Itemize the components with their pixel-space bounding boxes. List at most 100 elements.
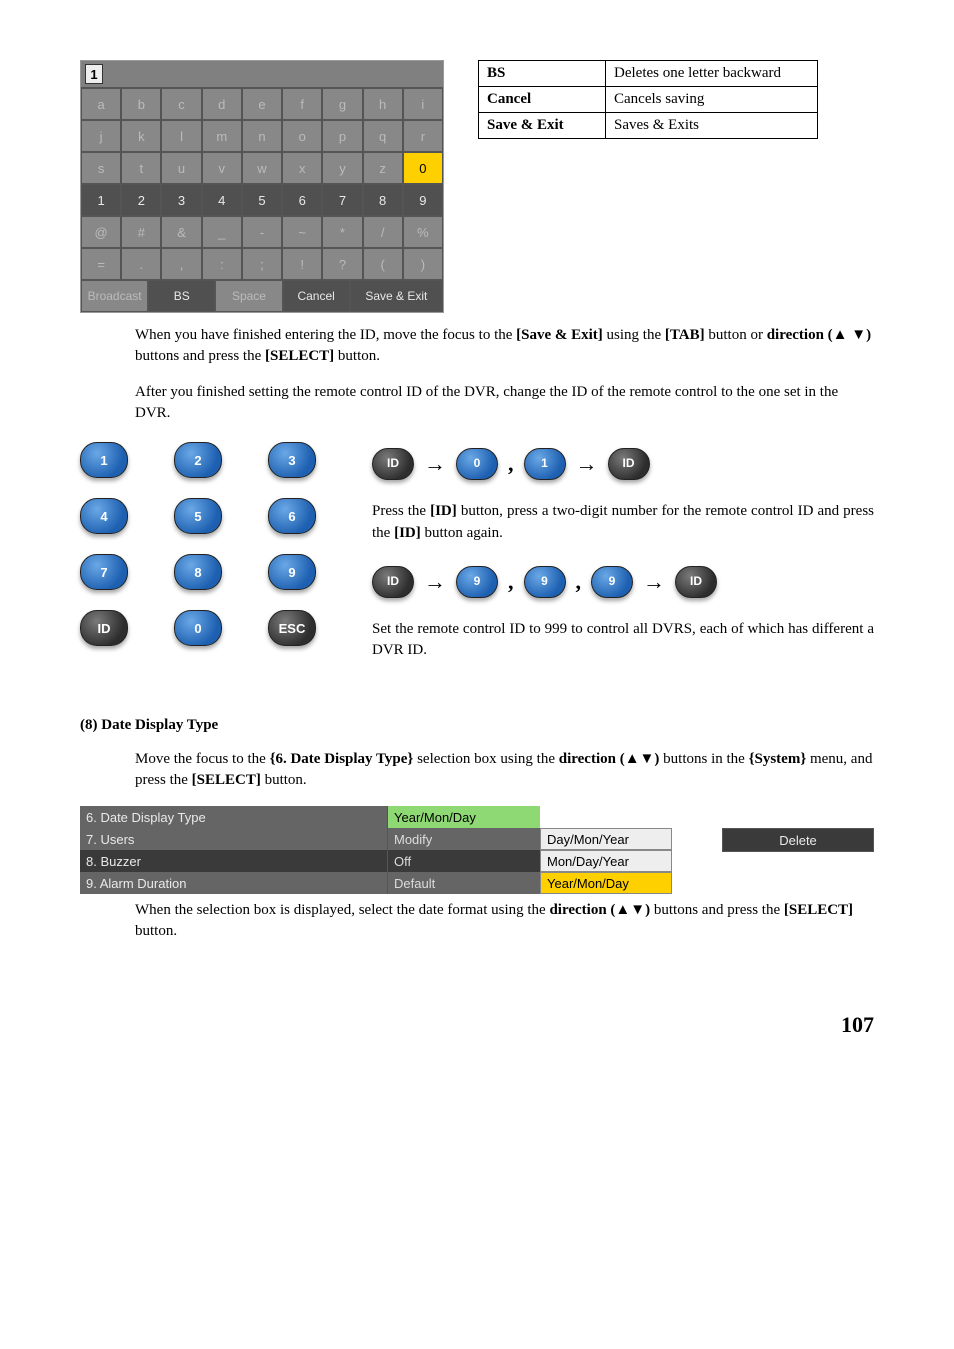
key-broadcast[interactable]: Broadcast: [81, 280, 148, 312]
seq-btn-id: ID: [675, 566, 717, 598]
seq-btn-9: 9: [591, 566, 633, 598]
key-@[interactable]: @: [81, 216, 121, 248]
key-&[interactable]: &: [161, 216, 201, 248]
key-r[interactable]: r: [403, 120, 443, 152]
remote-btn-9[interactable]: 9: [268, 554, 316, 590]
key-f[interactable]: f: [282, 88, 322, 120]
key-x[interactable]: x: [282, 152, 322, 184]
key--[interactable]: -: [242, 216, 282, 248]
remote-btn-1[interactable]: 1: [80, 442, 128, 478]
menu-item[interactable]: 6. Date Display Type: [80, 806, 387, 828]
key-2[interactable]: 2: [121, 184, 161, 216]
key-%[interactable]: %: [403, 216, 443, 248]
id-sequence-1: ID→0,1→ID: [372, 442, 874, 486]
key-.[interactable]: .: [121, 248, 161, 280]
key-g[interactable]: g: [322, 88, 362, 120]
key-n[interactable]: n: [242, 120, 282, 152]
key-e[interactable]: e: [242, 88, 282, 120]
key-s[interactable]: s: [81, 152, 121, 184]
key-a[interactable]: a: [81, 88, 121, 120]
key-8[interactable]: 8: [363, 184, 403, 216]
key-save-exit[interactable]: Save & Exit: [350, 280, 443, 312]
key-([interactable]: (: [363, 248, 403, 280]
key-w[interactable]: w: [242, 152, 282, 184]
remote-btn-id[interactable]: ID: [80, 610, 128, 646]
remote-pad-grid: 1 2 3 4 5 6 7 8 9 ID 0 ESC: [80, 442, 332, 646]
key-v[interactable]: v: [202, 152, 242, 184]
key-,[interactable]: ,: [161, 248, 201, 280]
key-?[interactable]: ?: [322, 248, 362, 280]
seq-btn-1: 1: [524, 448, 566, 480]
remote-btn-5[interactable]: 5: [174, 498, 222, 534]
menu-item[interactable]: 7. Users: [80, 828, 387, 850]
remote-btn-7[interactable]: 7: [80, 554, 128, 590]
date-option[interactable]: Mon/Day/Year: [540, 850, 672, 872]
key-=[interactable]: =: [81, 248, 121, 280]
key-y[interactable]: y: [322, 152, 362, 184]
key-)[interactable]: ): [403, 248, 443, 280]
seq-btn-id: ID: [372, 566, 414, 598]
key-~[interactable]: ~: [282, 216, 322, 248]
menu-value[interactable]: Default: [387, 872, 540, 894]
key-9[interactable]: 9: [403, 184, 443, 216]
bs-desc: Deletes one letter backward: [606, 61, 818, 87]
bs-description-table: BSDeletes one letter backwardCancelCance…: [478, 60, 818, 139]
arrow-right-icon: →: [424, 448, 446, 480]
key-l[interactable]: l: [161, 120, 201, 152]
key-0[interactable]: 0: [403, 152, 443, 184]
key-_[interactable]: _: [202, 216, 242, 248]
remote-btn-esc[interactable]: ESC: [268, 610, 316, 646]
key-5[interactable]: 5: [242, 184, 282, 216]
key-d[interactable]: d: [202, 88, 242, 120]
bs-key: BS: [479, 61, 606, 87]
key-;[interactable]: ;: [242, 248, 282, 280]
key-i[interactable]: i: [403, 88, 443, 120]
date-option[interactable]: Year/Mon/Day: [540, 872, 672, 894]
key-c[interactable]: c: [161, 88, 201, 120]
key-k[interactable]: k: [121, 120, 161, 152]
remote-btn-0[interactable]: 0: [174, 610, 222, 646]
remote-btn-3[interactable]: 3: [268, 442, 316, 478]
key-bs[interactable]: BS: [148, 280, 215, 312]
menu-item[interactable]: 9. Alarm Duration: [80, 872, 387, 894]
remote-btn-2[interactable]: 2: [174, 442, 222, 478]
remote-btn-6[interactable]: 6: [268, 498, 316, 534]
key-t[interactable]: t: [121, 152, 161, 184]
key-6[interactable]: 6: [282, 184, 322, 216]
key-q[interactable]: q: [363, 120, 403, 152]
key-b[interactable]: b: [121, 88, 161, 120]
key-u[interactable]: u: [161, 152, 201, 184]
key-z[interactable]: z: [363, 152, 403, 184]
key-o[interactable]: o: [282, 120, 322, 152]
key-space[interactable]: Space: [215, 280, 282, 312]
menu-value[interactable]: Off: [387, 850, 540, 872]
remote-btn-8[interactable]: 8: [174, 554, 222, 590]
key-3[interactable]: 3: [161, 184, 201, 216]
key-4[interactable]: 4: [202, 184, 242, 216]
key-7[interactable]: 7: [322, 184, 362, 216]
remote-btn-4[interactable]: 4: [80, 498, 128, 534]
keyboard-input-value[interactable]: 1: [85, 64, 103, 84]
menu-value[interactable]: Year/Mon/Day: [387, 806, 540, 828]
key-:[interactable]: :: [202, 248, 242, 280]
key-![interactable]: !: [282, 248, 322, 280]
key-1[interactable]: 1: [81, 184, 121, 216]
key-h[interactable]: h: [363, 88, 403, 120]
key-j[interactable]: j: [81, 120, 121, 152]
key-cancel[interactable]: Cancel: [283, 280, 350, 312]
seq-btn-9: 9: [456, 566, 498, 598]
key-*[interactable]: *: [322, 216, 362, 248]
key-p[interactable]: p: [322, 120, 362, 152]
key-/[interactable]: /: [363, 216, 403, 248]
system-menu: 6. Date Display TypeYear/Mon/Day7. Users…: [80, 806, 874, 894]
comma: ,: [508, 566, 514, 598]
date-option[interactable]: Day/Mon/Year: [540, 828, 672, 850]
delete-button[interactable]: Delete: [722, 828, 874, 852]
menu-item[interactable]: 8. Buzzer: [80, 850, 387, 872]
key-m[interactable]: m: [202, 120, 242, 152]
comma: ,: [576, 566, 582, 598]
arrow-right-icon: →: [576, 448, 598, 480]
key-#[interactable]: #: [121, 216, 161, 248]
menu-value[interactable]: Modify: [387, 828, 540, 850]
section-8-title: (8) Date Display Type: [80, 717, 874, 734]
